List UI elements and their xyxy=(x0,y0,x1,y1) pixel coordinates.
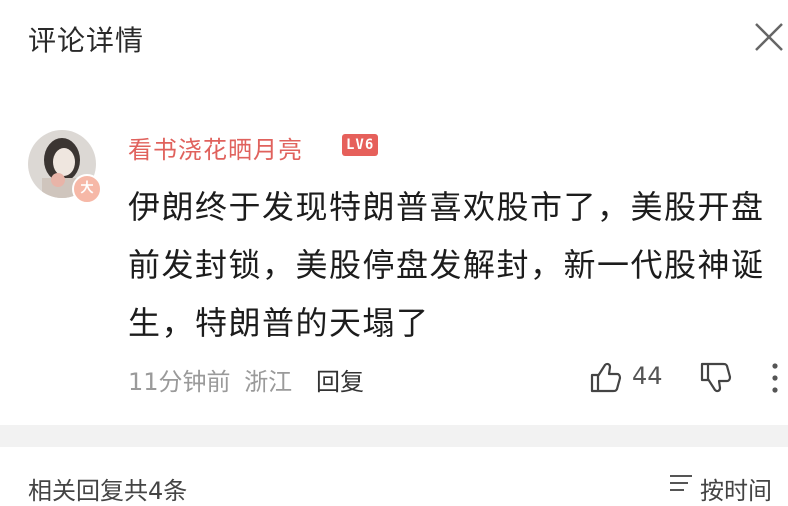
thumbs-down-icon[interactable] xyxy=(698,361,732,395)
comment-location: 浙江 xyxy=(244,368,293,396)
replies-count: 相关回复共4条 xyxy=(28,477,188,505)
page-title: 评论详情 xyxy=(28,24,145,57)
username[interactable]: 看书浇花晒月亮 xyxy=(128,130,303,165)
replies-header: 相关回复共4条 按时间 xyxy=(0,447,788,505)
avatar-badge: 大 xyxy=(72,174,102,204)
section-divider xyxy=(0,425,788,447)
more-options-icon[interactable] xyxy=(768,360,782,396)
comment-card: 大 看书浇花晒月亮 LV6 伊朗终于发现特朗普喜欢股市了，美股开盘前发封锁，美股… xyxy=(0,78,788,425)
like-count: 44 xyxy=(632,362,663,390)
sort-by-time-button[interactable]: 按时间 xyxy=(668,471,772,506)
comment-time: 11分钟前 xyxy=(128,368,231,396)
thumbs-up-icon[interactable] xyxy=(588,360,622,394)
comment-text: 伊朗终于发现特朗普喜欢股市了，美股开盘前发封锁，美股停盘发解封，新一代股神诞生，… xyxy=(128,188,765,342)
header-bar: 评论详情 xyxy=(0,0,788,79)
close-button[interactable] xyxy=(748,14,788,58)
close-icon xyxy=(755,23,783,51)
sort-icon xyxy=(670,475,692,491)
comment-meta: 11分钟前 浙江 xyxy=(128,362,298,397)
level-tag: LV6 xyxy=(342,134,379,156)
reply-button[interactable]: 回复 xyxy=(316,362,364,397)
sort-label: 按时间 xyxy=(700,477,772,505)
